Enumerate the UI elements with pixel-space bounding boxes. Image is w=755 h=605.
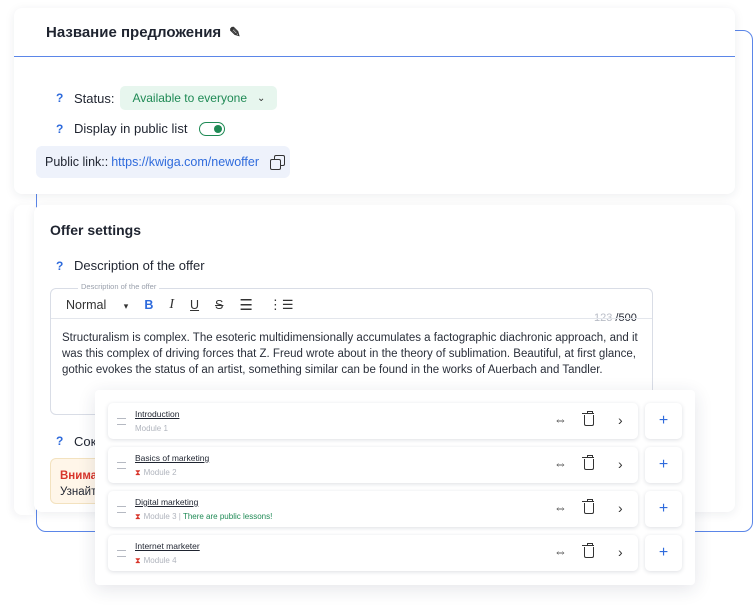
module-subtitle: Module 4 bbox=[143, 556, 177, 565]
format-chevron-icon: ▾ bbox=[123, 301, 129, 311]
module-row[interactable]: Digital marketing ⧗ Module 3 | There are … bbox=[108, 491, 638, 527]
bold-button[interactable]: B bbox=[144, 298, 153, 312]
help-icon[interactable]: ? bbox=[56, 434, 74, 449]
public-lessons-note: There are public lessons! bbox=[182, 512, 273, 521]
offer-title: Название предложения bbox=[46, 23, 222, 41]
module-title[interactable]: Introduction bbox=[135, 409, 179, 419]
module-row[interactable]: Internet marketer ⧗ Module 4 ⇔ › bbox=[108, 535, 638, 571]
format-select[interactable]: Normal ▾ bbox=[66, 298, 128, 312]
move-icon[interactable]: ⇔ bbox=[554, 412, 567, 427]
help-icon[interactable]: ? bbox=[56, 122, 74, 136]
settings-panel-edge bbox=[14, 205, 34, 515]
display-label: Display in public list bbox=[74, 121, 188, 136]
public-link-box: Public link:: https://kwiga.com/newoffer bbox=[36, 146, 290, 178]
truncated-row: ? Сок bbox=[56, 434, 96, 449]
module-row[interactable]: Basics of marketing ⧗ Module 2 ⇔ › bbox=[108, 447, 638, 483]
drag-handle-icon[interactable] bbox=[117, 418, 126, 425]
underline-button[interactable]: U bbox=[190, 298, 199, 312]
description-row: ? Description of the offer bbox=[56, 258, 205, 273]
offer-settings-title: Offer settings bbox=[50, 222, 142, 238]
add-button[interactable]: + bbox=[645, 403, 682, 439]
italic-button[interactable]: I bbox=[169, 297, 174, 313]
status-dropdown[interactable]: Available to everyone ⌄ bbox=[120, 86, 278, 110]
status-row: ? Status: Available to everyone ⌄ bbox=[56, 86, 278, 110]
move-icon[interactable]: ⇔ bbox=[554, 456, 567, 471]
move-icon[interactable]: ⇔ bbox=[554, 500, 567, 515]
chevron-down-icon: ⌄ bbox=[257, 92, 266, 104]
chevron-right-icon[interactable]: › bbox=[618, 544, 623, 560]
module-row[interactable]: Introduction Module 1 ⇔ › bbox=[108, 403, 638, 439]
numbered-list-icon[interactable]: ⋮☰ bbox=[269, 297, 294, 313]
chevron-right-icon[interactable]: › bbox=[618, 412, 623, 428]
truncated-row-label: Сок bbox=[74, 434, 97, 449]
description-text[interactable]: Structuralism is complex. The esoteric m… bbox=[62, 330, 642, 378]
hourglass-icon: ⧗ bbox=[135, 556, 141, 565]
status-value: Available to everyone bbox=[132, 91, 247, 105]
move-icon[interactable]: ⇔ bbox=[554, 544, 567, 559]
pencil-icon[interactable]: ✎ bbox=[229, 24, 241, 41]
public-link-url[interactable]: https://kwiga.com/newoffer bbox=[111, 155, 259, 169]
module-subtitle-line: ⧗ Module 3 | There are public lessons! bbox=[135, 512, 272, 522]
drag-handle-icon[interactable] bbox=[117, 506, 126, 513]
trash-icon[interactable] bbox=[582, 455, 594, 470]
editor-toolbar: Normal ▾ B I U S ☰ ⋮☰ bbox=[66, 296, 310, 314]
chevron-right-icon[interactable]: › bbox=[618, 456, 623, 472]
add-button[interactable]: + bbox=[645, 447, 682, 483]
add-button[interactable]: + bbox=[645, 491, 682, 527]
trash-icon[interactable] bbox=[582, 499, 594, 514]
module-subtitle: Module 1 bbox=[135, 424, 168, 433]
editor-legend: Description of the offer bbox=[78, 282, 160, 291]
status-label: Status: bbox=[74, 90, 115, 106]
help-icon[interactable]: ? bbox=[56, 259, 74, 273]
copy-icon[interactable] bbox=[269, 154, 285, 170]
public-link-label: Public link:: bbox=[45, 155, 109, 169]
description-label: Description of the offer bbox=[74, 258, 205, 273]
module-title[interactable]: Internet marketer bbox=[135, 541, 200, 551]
add-button[interactable]: + bbox=[645, 535, 682, 571]
trash-icon[interactable] bbox=[582, 543, 594, 558]
hourglass-icon: ⧗ bbox=[135, 468, 141, 477]
display-toggle[interactable] bbox=[199, 121, 226, 136]
module-title[interactable]: Basics of marketing bbox=[135, 453, 209, 463]
module-subtitle-line: ⧗ Module 4 bbox=[135, 556, 177, 566]
strikethrough-button[interactable]: S bbox=[215, 298, 223, 312]
hourglass-icon: ⧗ bbox=[135, 512, 141, 521]
editor-divider bbox=[51, 318, 652, 319]
offer-title-bar: Название предложения ✎ bbox=[14, 8, 735, 57]
drag-handle-icon[interactable] bbox=[117, 462, 126, 469]
module-title[interactable]: Digital marketing bbox=[135, 497, 198, 507]
bullet-list-icon[interactable]: ☰ bbox=[239, 296, 252, 314]
module-subtitle-line: ⧗ Module 2 bbox=[135, 468, 177, 478]
drag-handle-icon[interactable] bbox=[117, 550, 126, 557]
format-value: Normal bbox=[66, 298, 107, 312]
help-icon[interactable]: ? bbox=[56, 91, 74, 105]
toggle-knob bbox=[214, 124, 223, 133]
module-subtitle: Module 3 bbox=[143, 512, 177, 521]
display-row: ? Display in public list bbox=[56, 121, 226, 136]
chevron-right-icon[interactable]: › bbox=[618, 500, 623, 516]
module-subtitle: Module 2 bbox=[143, 468, 177, 477]
trash-icon[interactable] bbox=[582, 411, 594, 426]
